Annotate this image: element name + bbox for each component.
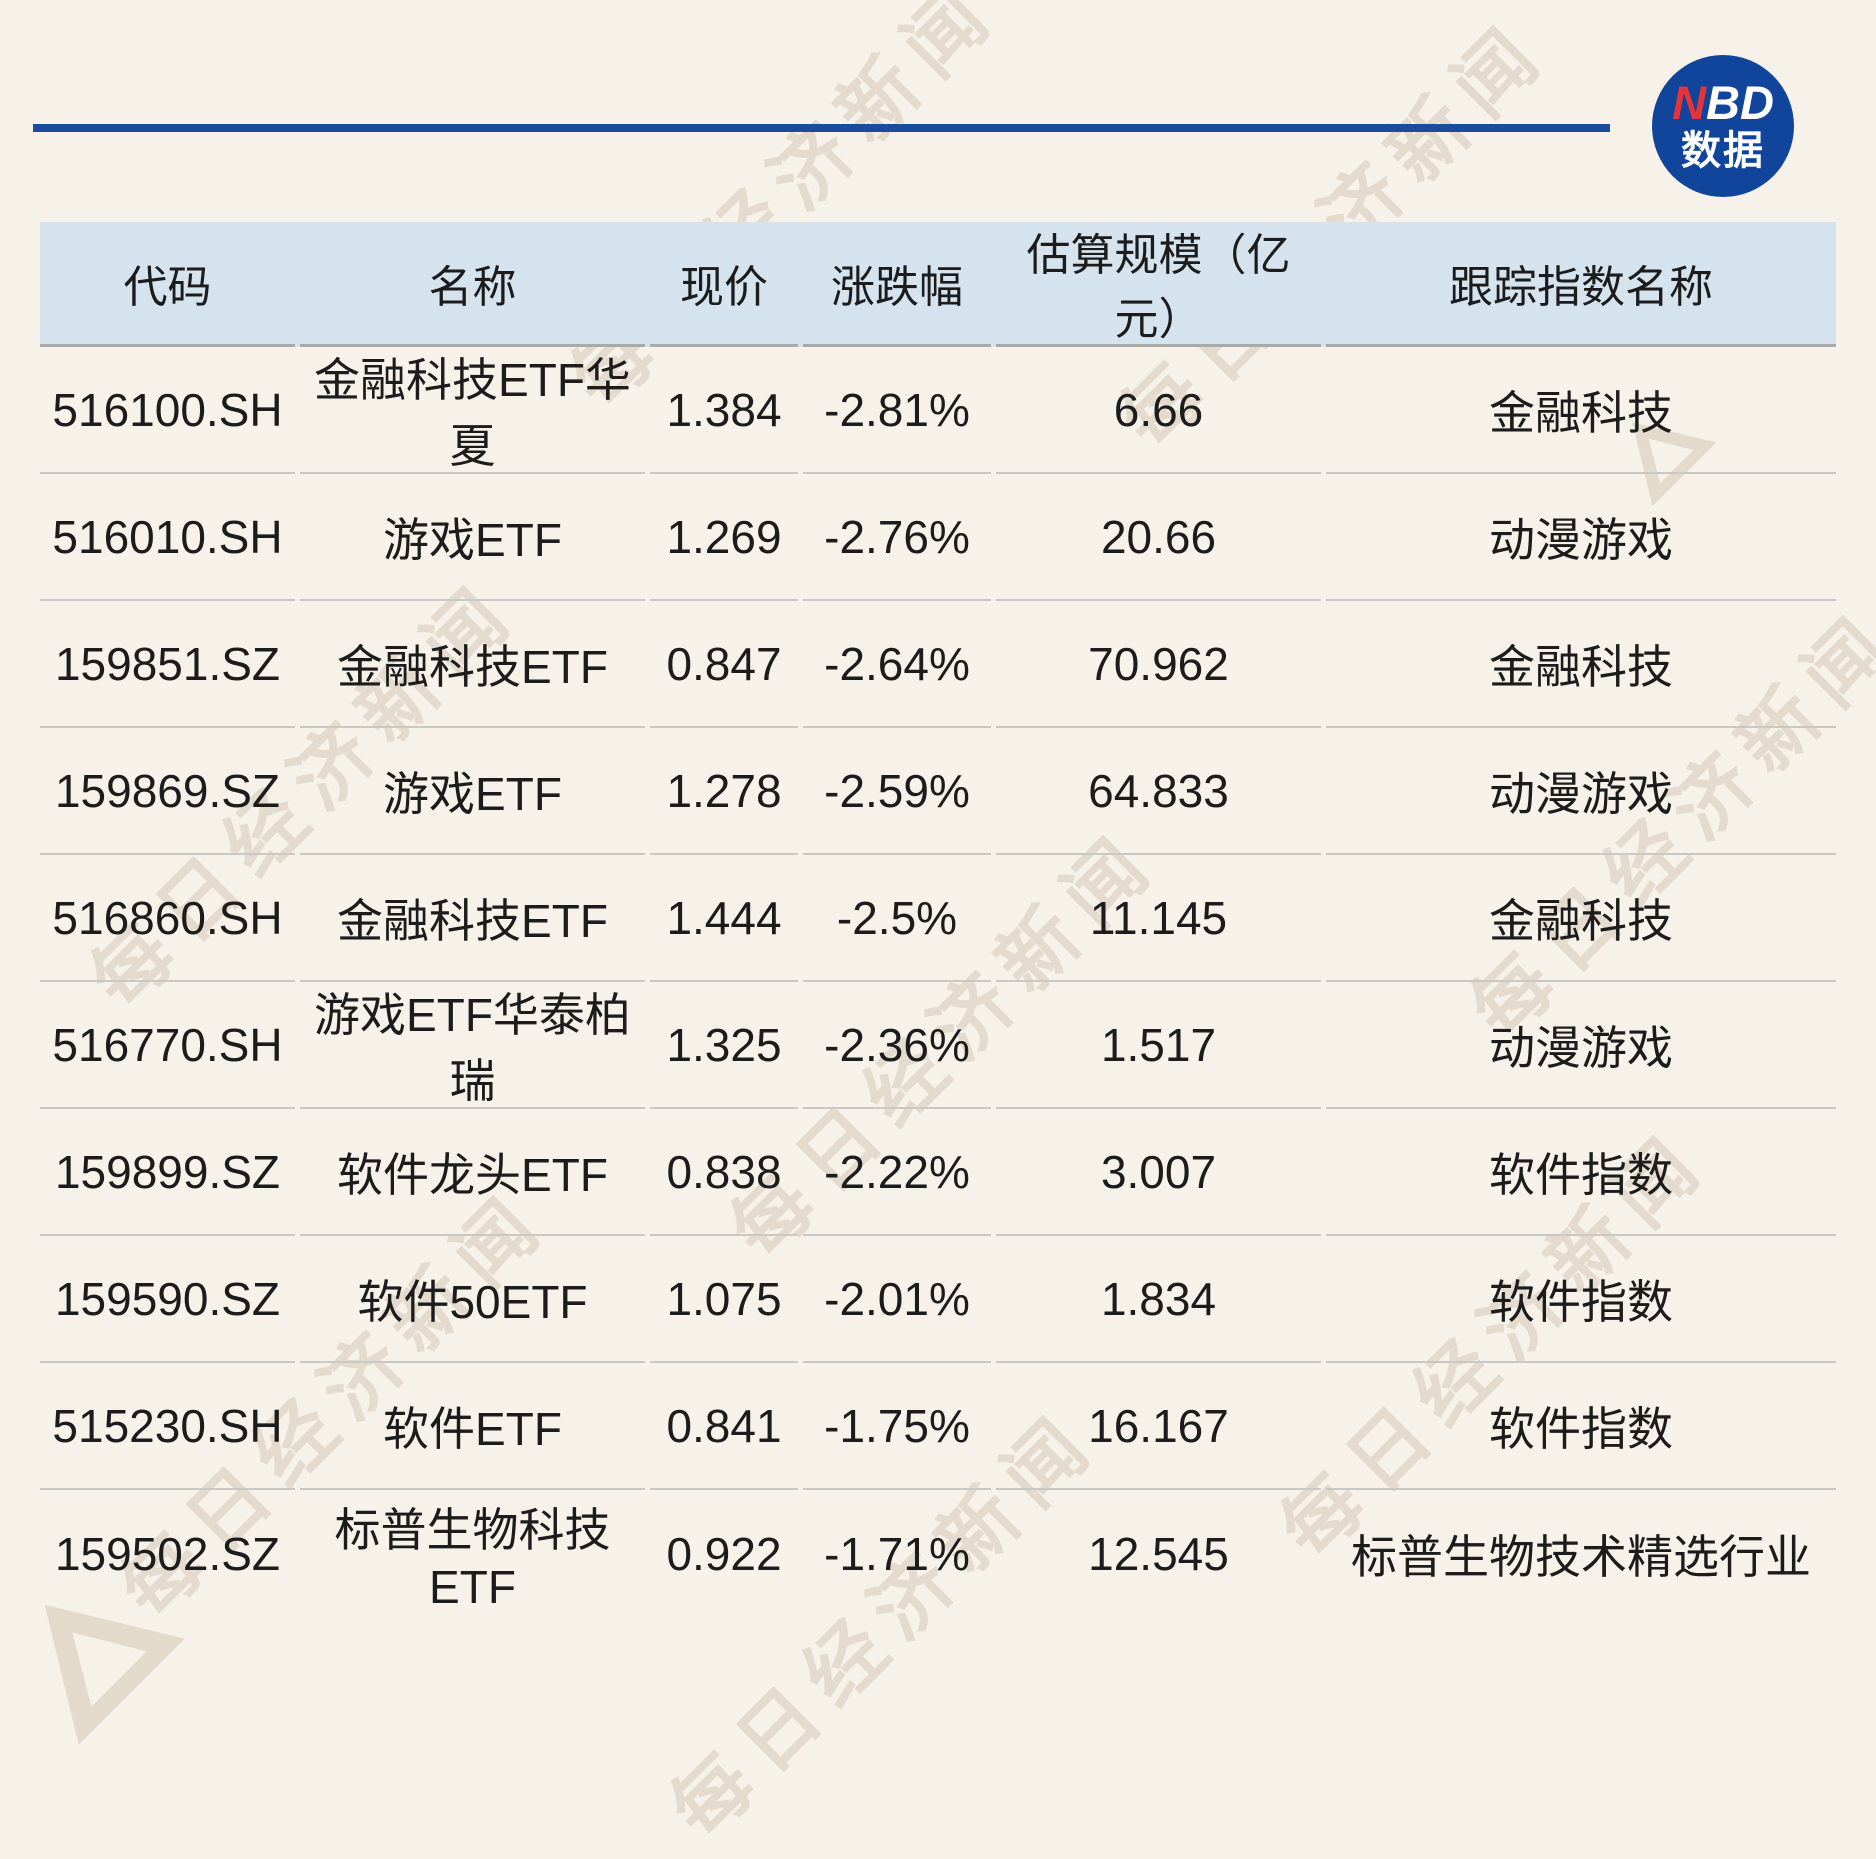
cell-index: 动漫游戏 xyxy=(1326,982,1836,1109)
table-row: 516860.SH 金融科技ETF 1.444 -2.5% 11.145 金融科… xyxy=(40,855,1836,982)
table-body: 516100.SH 金融科技ETF华夏 1.384 -2.81% 6.66 金融… xyxy=(40,347,1836,1617)
column-header-price: 现价 xyxy=(650,222,798,347)
cell-change: -2.01% xyxy=(803,1236,991,1363)
cell-name: 软件ETF xyxy=(300,1363,645,1490)
cell-price: 0.838 xyxy=(650,1109,798,1236)
cell-scale: 3.007 xyxy=(996,1109,1321,1236)
cell-code: 159851.SZ xyxy=(40,601,295,728)
cell-price: 0.847 xyxy=(650,601,798,728)
table-row: 515230.SH 软件ETF 0.841 -1.75% 16.167 软件指数 xyxy=(40,1363,1836,1490)
etf-table: 代码 名称 现价 涨跌幅 估算规模（亿元） 跟踪指数名称 516100.SH 金… xyxy=(40,222,1836,1617)
cell-code: 159869.SZ xyxy=(40,728,295,855)
column-header-change: 涨跌幅 xyxy=(803,222,991,347)
cell-price: 1.444 xyxy=(650,855,798,982)
cell-scale: 16.167 xyxy=(996,1363,1321,1490)
cell-index: 金融科技 xyxy=(1326,855,1836,982)
cell-price: 1.278 xyxy=(650,728,798,855)
cell-change: -1.75% xyxy=(803,1363,991,1490)
column-header-scale: 估算规模（亿元） xyxy=(996,222,1321,347)
cell-price: 0.841 xyxy=(650,1363,798,1490)
nbd-etf-table-infographic: { "brand": { "logo_part_accent": "N", "l… xyxy=(0,0,1876,1855)
cell-code: 516100.SH xyxy=(40,347,295,474)
cell-code: 159899.SZ xyxy=(40,1109,295,1236)
cell-index: 动漫游戏 xyxy=(1326,728,1836,855)
table-header-row: 代码 名称 现价 涨跌幅 估算规模（亿元） 跟踪指数名称 xyxy=(40,222,1836,347)
cell-change: -2.64% xyxy=(803,601,991,728)
cell-scale: 70.962 xyxy=(996,601,1321,728)
nbd-logo: NBD 数据 xyxy=(1652,55,1794,197)
cell-code: 515230.SH xyxy=(40,1363,295,1490)
cell-change: -2.76% xyxy=(803,474,991,601)
table-row: 516100.SH 金融科技ETF华夏 1.384 -2.81% 6.66 金融… xyxy=(40,347,1836,474)
cell-code: 159502.SZ xyxy=(54,1527,281,1580)
column-header-code: 代码 xyxy=(40,222,295,347)
cell-name: 软件龙头ETF xyxy=(300,1109,645,1236)
cell-price: 1.269 xyxy=(650,474,798,601)
cell-change: -2.59% xyxy=(803,728,991,855)
cell-price: 0.922 xyxy=(666,1527,782,1580)
cell-index: 金融科技 xyxy=(1326,601,1836,728)
cell-name: 金融科技ETF华夏 xyxy=(300,347,645,474)
cell-name: 游戏ETF xyxy=(300,728,645,855)
nbd-logo-subtext: 数据 xyxy=(1681,129,1765,173)
cell-index: 软件指数 xyxy=(1326,1363,1836,1490)
cell-name: 金融科技ETF xyxy=(300,855,645,982)
cell-price: 1.075 xyxy=(650,1236,798,1363)
cell-price: 1.325 xyxy=(650,982,798,1109)
cell-scale: 11.145 xyxy=(996,855,1321,982)
cell-name: 游戏ETF华泰柏瑞 xyxy=(300,982,645,1109)
cell-change: -2.5% xyxy=(803,855,991,982)
cell-scale: 1.834 xyxy=(996,1236,1321,1363)
cell-code: 516010.SH xyxy=(40,474,295,601)
cell-index: 软件指数 xyxy=(1326,1236,1836,1363)
table-row: 159502.SZ 标普生物科技ETF 0.922 -1.71% 12.545 … xyxy=(40,1490,1836,1617)
cell-index: 标普生物技术精选行业 xyxy=(1351,1530,1811,1583)
table-row: 159851.SZ 金融科技ETF 0.847 -2.64% 70.962 金融… xyxy=(40,601,1836,728)
cell-code: 516770.SH xyxy=(40,982,295,1109)
cell-scale: 6.66 xyxy=(996,347,1321,474)
column-header-index: 跟踪指数名称 xyxy=(1326,222,1836,347)
cell-scale: 12.545 xyxy=(1088,1527,1229,1580)
column-header-name: 名称 xyxy=(300,222,645,347)
cell-scale: 20.66 xyxy=(996,474,1321,601)
cell-scale: 64.833 xyxy=(996,728,1321,855)
table-row: 159590.SZ 软件50ETF 1.075 -2.01% 1.834 软件指… xyxy=(40,1236,1836,1363)
table-row: 159869.SZ 游戏ETF 1.278 -2.59% 64.833 动漫游戏 xyxy=(40,728,1836,855)
header-divider-line xyxy=(33,124,1610,132)
table-row: 516010.SH 游戏ETF 1.269 -2.76% 20.66 动漫游戏 xyxy=(40,474,1836,601)
cell-name: 游戏ETF xyxy=(300,474,645,601)
cell-change: -2.36% xyxy=(803,982,991,1109)
cell-code: 516860.SH xyxy=(40,855,295,982)
cell-change: -1.71% xyxy=(824,1527,970,1580)
cell-code: 159590.SZ xyxy=(40,1236,295,1363)
cell-name: 软件50ETF xyxy=(300,1236,645,1363)
cell-change: -2.22% xyxy=(803,1109,991,1236)
cell-index: 软件指数 xyxy=(1326,1109,1836,1236)
table-row: 516770.SH 游戏ETF华泰柏瑞 1.325 -2.36% 1.517 动… xyxy=(40,982,1836,1109)
cell-change: -2.81% xyxy=(803,347,991,474)
cell-index: 金融科技 xyxy=(1326,347,1836,474)
cell-name: 金融科技ETF xyxy=(300,601,645,728)
table-row: 159899.SZ 软件龙头ETF 0.838 -2.22% 3.007 软件指… xyxy=(40,1109,1836,1236)
cell-scale: 1.517 xyxy=(996,982,1321,1109)
nbd-logo-text: NBD xyxy=(1672,76,1774,129)
cell-name: 标普生物科技ETF xyxy=(334,1503,611,1613)
cell-price: 1.384 xyxy=(650,347,798,474)
cell-index: 动漫游戏 xyxy=(1326,474,1836,601)
